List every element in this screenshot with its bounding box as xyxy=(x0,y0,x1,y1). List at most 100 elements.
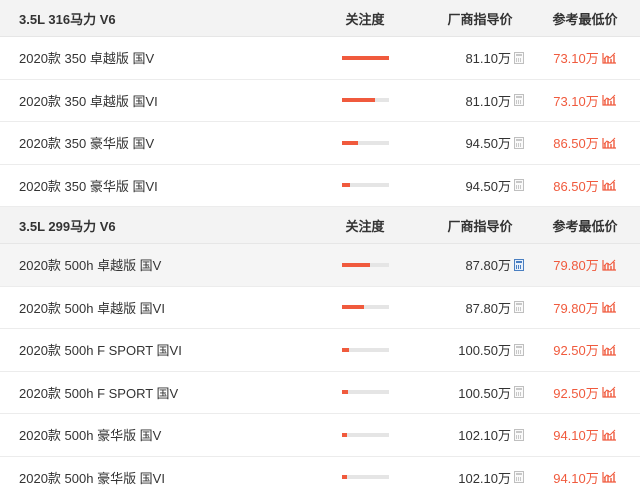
model-name[interactable]: 2020款 500h 卓越版 国V xyxy=(0,255,300,274)
lowest-price-cell: 79.80万 xyxy=(530,255,640,274)
msrp-value: 94.50万 xyxy=(465,136,511,152)
lowest-price-cell: 94.10万 xyxy=(530,425,640,444)
calculator-icon[interactable] xyxy=(514,343,524,356)
msrp-value: 102.10万 xyxy=(458,470,511,486)
model-name[interactable]: 2020款 500h 豪华版 国V xyxy=(0,425,300,444)
calculator-icon[interactable] xyxy=(514,94,524,107)
price-trend-icon[interactable] xyxy=(602,52,617,64)
msrp-cell: 102.10万 xyxy=(430,468,530,487)
table-row[interactable]: 2020款 500h F SPORT 国V 100.50万 92.50万 xyxy=(0,371,640,414)
msrp-cell: 100.50万 xyxy=(430,383,530,402)
calculator-icon[interactable] xyxy=(514,428,524,441)
price-trend-icon[interactable] xyxy=(602,429,617,441)
model-name[interactable]: 2020款 350 豪华版 国VI xyxy=(0,176,300,195)
attention-bar xyxy=(341,262,389,267)
header-msrp[interactable]: 厂商指导价 xyxy=(430,9,530,28)
calculator-icon[interactable] xyxy=(514,51,524,64)
spec-group: 3.5L 299马力 V6 关注度 厂商指导价 参考最低价 2020款 500h 卓越版… xyxy=(0,207,640,494)
price-trend-icon[interactable] xyxy=(602,344,617,356)
model-name[interactable]: 2020款 500h F SPORT 国V xyxy=(0,383,300,402)
calculator-icon[interactable] xyxy=(514,136,524,149)
attention-bar xyxy=(341,390,389,395)
attention-cell xyxy=(300,475,430,480)
calculator-icon[interactable] xyxy=(514,471,524,484)
msrp-cell: 81.10万 xyxy=(430,91,530,110)
table-row[interactable]: 2020款 350 卓越版 国V 81.10万 73.10万 xyxy=(0,37,640,80)
attention-bar-fill xyxy=(341,183,350,188)
table-row[interactable]: 2020款 500h F SPORT 国VI 100.50万 92.50万 xyxy=(0,329,640,372)
msrp-value: 87.80万 xyxy=(465,258,511,274)
attention-bar-fill xyxy=(341,305,365,310)
attention-bar xyxy=(341,98,389,103)
attention-cell xyxy=(300,55,430,60)
attention-bar xyxy=(341,55,389,60)
lowest-price-value[interactable]: 79.80万 xyxy=(553,298,599,317)
table-row[interactable]: 2020款 350 豪华版 国V 94.50万 86.50万 xyxy=(0,122,640,165)
price-trend-icon[interactable] xyxy=(602,259,617,271)
lowest-price-value[interactable]: 92.50万 xyxy=(553,383,599,402)
header-msrp[interactable]: 厂商指导价 xyxy=(430,216,530,235)
header-attention[interactable]: 关注度 xyxy=(300,216,430,235)
table-row[interactable]: 2020款 500h 卓越版 国VI 87.80万 79.80万 xyxy=(0,286,640,329)
lowest-price-value[interactable]: 73.10万 xyxy=(553,91,599,110)
attention-cell xyxy=(300,262,430,267)
lowest-price-value[interactable]: 79.80万 xyxy=(553,255,599,274)
model-name[interactable]: 2020款 500h 卓越版 国VI xyxy=(0,298,300,317)
price-trend-icon[interactable] xyxy=(602,301,617,313)
msrp-cell: 87.80万 xyxy=(430,255,530,274)
msrp-value: 81.10万 xyxy=(465,51,511,67)
attention-bar-fill xyxy=(341,140,358,145)
model-name[interactable]: 2020款 350 豪华版 国V xyxy=(0,133,300,152)
attention-bar-fill xyxy=(341,475,348,480)
header-lowest-price[interactable]: 参考最低价 xyxy=(530,216,640,235)
lowest-price-cell: 73.10万 xyxy=(530,91,640,110)
header-lowest-price[interactable]: 参考最低价 xyxy=(530,9,640,28)
calculator-icon[interactable] xyxy=(514,386,524,399)
lowest-price-value[interactable]: 86.50万 xyxy=(553,133,599,152)
spec-group: 3.5L 316马力 V6 关注度 厂商指导价 参考最低价 2020款 350 卓越版 … xyxy=(0,0,640,207)
attention-bar-fill xyxy=(341,347,350,352)
model-name[interactable]: 2020款 500h 豪华版 国VI xyxy=(0,468,300,487)
attention-bar-fill xyxy=(341,390,349,395)
attention-cell xyxy=(300,347,430,352)
lowest-price-cell: 92.50万 xyxy=(530,383,640,402)
model-name[interactable]: 2020款 500h F SPORT 国VI xyxy=(0,340,300,359)
attention-bar-fill xyxy=(341,98,376,103)
table-row[interactable]: 2020款 500h 卓越版 国V 87.80万 79.80万 xyxy=(0,244,640,287)
attention-bar xyxy=(341,183,389,188)
attention-cell xyxy=(300,98,430,103)
attention-bar xyxy=(341,140,389,145)
attention-cell xyxy=(300,432,430,437)
attention-cell xyxy=(300,140,430,145)
lowest-price-value[interactable]: 92.50万 xyxy=(553,340,599,359)
header-attention[interactable]: 关注度 xyxy=(300,9,430,28)
table-row[interactable]: 2020款 350 豪华版 国VI 94.50万 86.50万 xyxy=(0,164,640,207)
lowest-price-cell: 92.50万 xyxy=(530,340,640,359)
lowest-price-value[interactable]: 73.10万 xyxy=(553,48,599,67)
table-row[interactable]: 2020款 350 卓越版 国VI 81.10万 73.10万 xyxy=(0,79,640,122)
lowest-price-value[interactable]: 94.10万 xyxy=(553,425,599,444)
attention-cell xyxy=(300,183,430,188)
model-name[interactable]: 2020款 350 卓越版 国V xyxy=(0,48,300,67)
table-row[interactable]: 2020款 500h 豪华版 国V 102.10万 94.10万 xyxy=(0,414,640,457)
msrp-value: 102.10万 xyxy=(458,428,511,444)
msrp-cell: 100.50万 xyxy=(430,340,530,359)
calculator-icon[interactable] xyxy=(514,258,524,271)
model-name[interactable]: 2020款 350 卓越版 国VI xyxy=(0,91,300,110)
table-row[interactable]: 2020款 500h 豪华版 国VI 102.10万 94.10万 xyxy=(0,456,640,494)
attention-cell xyxy=(300,305,430,310)
price-trend-icon[interactable] xyxy=(602,471,617,483)
price-trend-icon[interactable] xyxy=(602,94,617,106)
msrp-cell: 81.10万 xyxy=(430,48,530,67)
price-trend-icon[interactable] xyxy=(602,179,617,191)
price-trend-icon[interactable] xyxy=(602,386,617,398)
lowest-price-cell: 86.50万 xyxy=(530,176,640,195)
calculator-icon[interactable] xyxy=(514,179,524,192)
msrp-value: 100.50万 xyxy=(458,385,511,401)
lowest-price-value[interactable]: 94.10万 xyxy=(553,468,599,487)
calculator-icon[interactable] xyxy=(514,301,524,314)
price-trend-icon[interactable] xyxy=(602,137,617,149)
lowest-price-cell: 94.10万 xyxy=(530,468,640,487)
attention-bar xyxy=(341,475,389,480)
lowest-price-value[interactable]: 86.50万 xyxy=(553,176,599,195)
